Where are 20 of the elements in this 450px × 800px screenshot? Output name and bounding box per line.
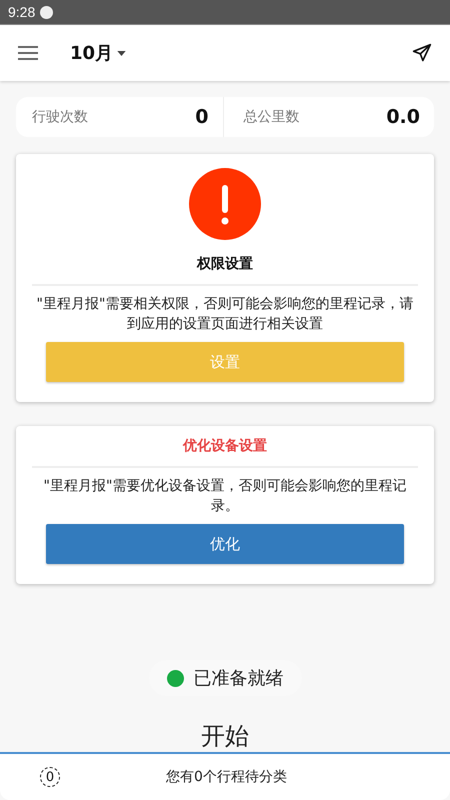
- status-text: 已准备就绪: [194, 667, 284, 690]
- card-title: 优化设备设置: [183, 437, 267, 456]
- exclamation-icon: [189, 168, 261, 240]
- pending-trips-text: 您有0个行程待分类: [166, 768, 287, 786]
- card-message: "里程月报"需要优化设备设置，否则可能会影响您的里程记录。: [42, 477, 408, 516]
- action-button[interactable]: 优化: [46, 524, 404, 564]
- stat-label: 行驶次数: [32, 108, 88, 126]
- send-icon[interactable]: [412, 43, 432, 63]
- menu-icon[interactable]: [18, 45, 38, 61]
- month-dropdown[interactable]: 10月: [70, 41, 126, 65]
- stat-value: 0.0: [386, 106, 420, 128]
- stat-label: 总公里数: [244, 108, 300, 126]
- notification-icon: [40, 6, 54, 18]
- card-title: 权限设置: [197, 255, 253, 274]
- card-message: "里程月报"需要相关权限，否则可能会影响您的里程记录，请到应用的设置页面进行相关设置: [36, 295, 414, 334]
- status-time: 9:28: [8, 4, 36, 20]
- stat-value: 0: [195, 106, 208, 128]
- start-button[interactable]: 开始: [201, 720, 249, 752]
- count-icon[interactable]: 0: [40, 767, 60, 787]
- caret-icon: [117, 50, 126, 56]
